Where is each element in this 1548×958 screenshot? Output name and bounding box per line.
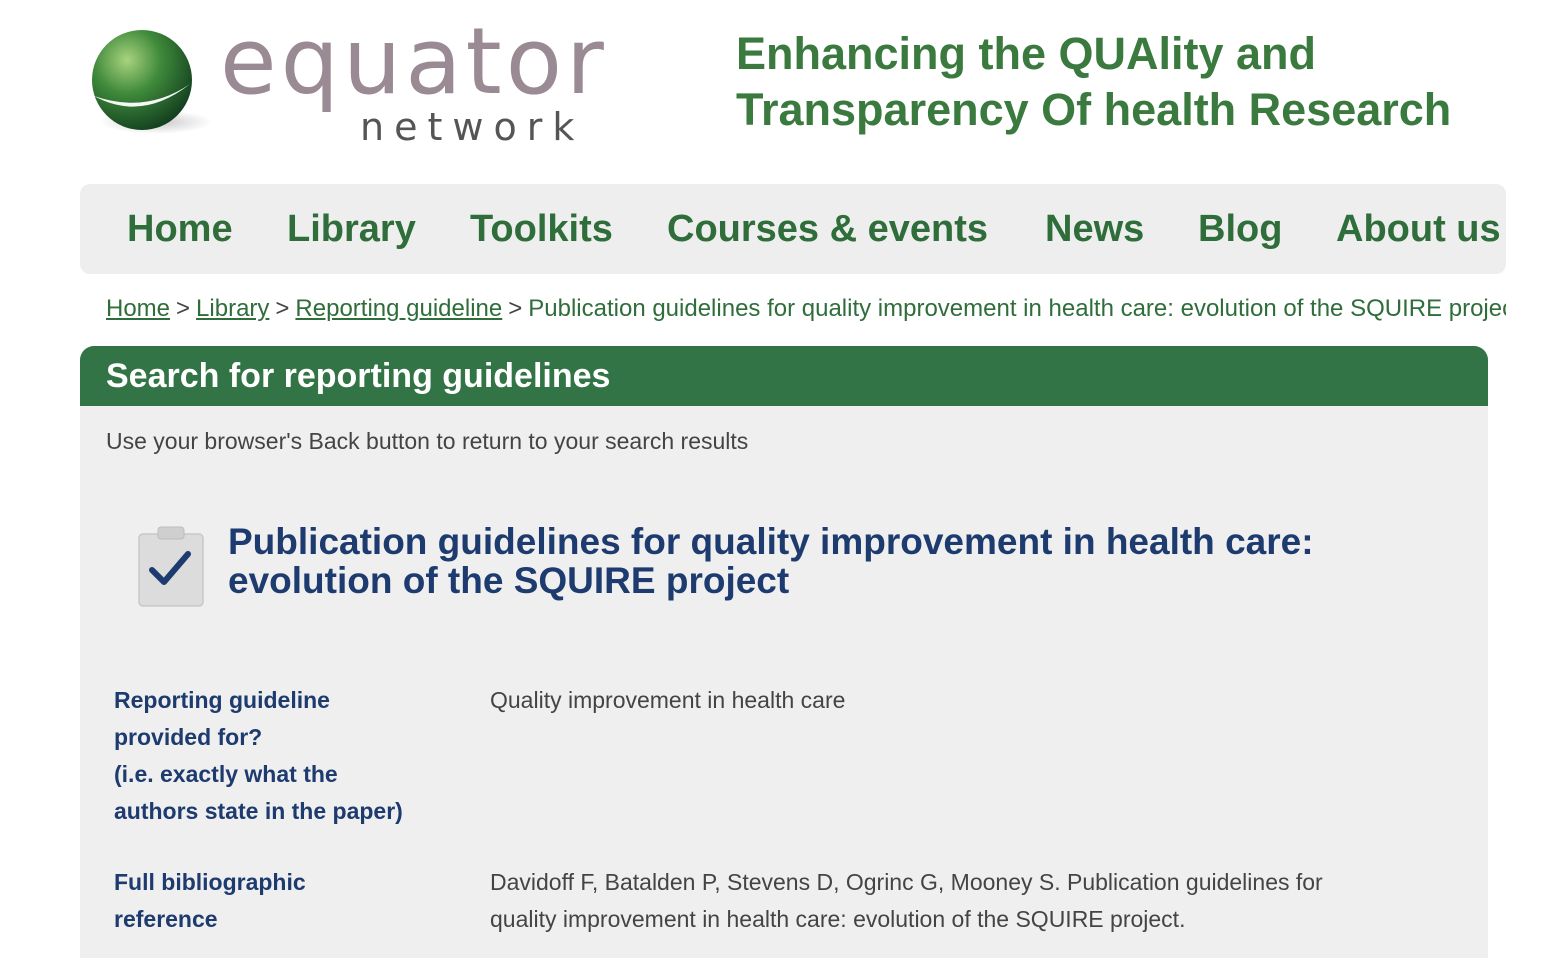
nav-item-library[interactable]: Library (287, 184, 416, 274)
globe-icon (92, 30, 212, 134)
logo-subtitle: network (360, 105, 585, 149)
nav-item-news[interactable]: News (1045, 184, 1144, 274)
field-value-line: Quality improvement in health care (490, 687, 846, 713)
panel-header: Search for reporting guidelines (80, 346, 1488, 406)
field-value-bibliographic-reference: Davidoff F, Batalden P, Stevens D, Ogrin… (490, 864, 1450, 938)
main-nav: Home Library Toolkits Courses & events N… (80, 184, 1506, 274)
tagline-line-2: Transparency Of health Research (736, 84, 1452, 135)
breadcrumb: Home > Library > Reporting guideline > Publica… (106, 292, 1506, 326)
field-label-line: (i.e. exactly what the (114, 761, 338, 787)
breadcrumb-link-home[interactable]: Home (106, 295, 170, 322)
nav-item-blog[interactable]: Blog (1198, 184, 1282, 274)
field-value-provided-for: Quality improvement in health care (490, 682, 1450, 719)
field-label-line: authors state in the paper) (114, 798, 403, 824)
nav-item-courses-events[interactable]: Courses & events (667, 184, 988, 274)
field-label-provided-for: Reporting guideline provided for? (i.e. … (114, 682, 444, 830)
breadcrumb-separator: > (176, 295, 191, 322)
clipboard-check-icon (138, 526, 204, 607)
site-tagline: Enhancing the QUAlity and Transparency O… (736, 26, 1516, 138)
field-label-line: Reporting guideline (114, 687, 330, 713)
field-label-line: reference (114, 906, 218, 932)
field-label-line: Full bibliographic (114, 869, 306, 895)
nav-item-home[interactable]: Home (127, 184, 233, 274)
page: equator network Enhancing the QUAlity an… (0, 0, 1548, 958)
field-label-line: provided for? (114, 724, 263, 750)
tagline-line-1: Enhancing the QUAlity and (736, 28, 1317, 79)
nav-item-toolkits[interactable]: Toolkits (470, 184, 613, 274)
equator-logo[interactable]: equator network (86, 16, 626, 162)
nav-item-about-us[interactable]: About us (1336, 184, 1501, 274)
breadcrumb-link-reporting-guideline[interactable]: Reporting guideline (295, 295, 502, 322)
field-value-line: Davidoff F, Batalden P, Stevens D, Ogrin… (490, 869, 1323, 895)
logo-wordmark: equator (220, 8, 608, 115)
guideline-title-line-2: evolution of the SQUIRE project (228, 560, 790, 601)
field-value-line: quality improvement in health care: evol… (490, 906, 1186, 932)
guideline-title: Publication guidelines for quality impro… (228, 522, 1448, 600)
breadcrumb-separator: > (508, 295, 523, 322)
back-hint-text: Use your browser's Back button to return… (106, 428, 749, 454)
breadcrumb-separator: > (275, 295, 290, 322)
guideline-title-line-1: Publication guidelines for quality impro… (228, 521, 1314, 562)
breadcrumb-current: Publication guidelines for quality impro… (528, 295, 1506, 322)
breadcrumb-link-library[interactable]: Library (196, 295, 269, 322)
field-label-bibliographic-reference: Full bibliographic reference (114, 864, 444, 938)
guideline-panel: Search for reporting guidelines Use your… (80, 346, 1488, 958)
